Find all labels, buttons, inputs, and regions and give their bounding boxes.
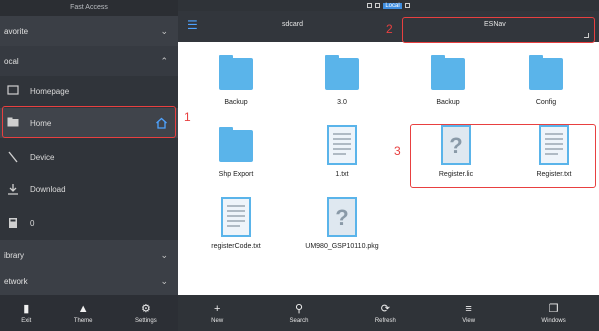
homepage-icon xyxy=(6,85,20,97)
text-file-icon xyxy=(327,125,357,165)
folder-icon xyxy=(219,127,253,162)
section-network-label: etwork xyxy=(4,276,28,286)
theme-label: Theme xyxy=(73,317,93,324)
sidebar-item-label: Download xyxy=(30,184,66,194)
gear-icon: ⚙ xyxy=(140,302,151,315)
view-label: View xyxy=(462,317,476,324)
chevron-down-icon: ⌄ xyxy=(160,275,168,286)
list-icon: ≡ xyxy=(465,302,472,315)
file-name: 1.txt xyxy=(335,171,349,178)
breadcrumb-sdcard[interactable]: sdcard xyxy=(282,21,303,28)
file-item[interactable]: Backup xyxy=(184,42,288,112)
sidebar-item-label: Homepage xyxy=(30,86,70,96)
shirt-icon: ▲ xyxy=(77,302,89,315)
folder-icon xyxy=(431,55,465,90)
sidebar-item-label: 0 xyxy=(30,218,35,228)
status-local-label: Local xyxy=(383,2,402,9)
sidebar-item-homepage[interactable]: Homepage xyxy=(0,76,178,106)
section-local-label: ocal xyxy=(4,56,19,66)
file-item[interactable]: Backup xyxy=(396,42,500,112)
file-name: UM980_GSP10110.pkg xyxy=(305,243,379,250)
highlight-box-path xyxy=(402,17,595,43)
file-name: Shp Export xyxy=(218,171,254,178)
chevron-down-icon: ⌄ xyxy=(160,249,168,260)
window-icon xyxy=(404,3,410,8)
svg-text:?: ? xyxy=(335,205,348,230)
search-icon: ⚲ xyxy=(294,302,304,315)
menu-icon[interactable]: ☰ xyxy=(187,19,198,31)
main-toolbar: + New ⚲ Search ⟳ Refresh ≡ View ❐ Window… xyxy=(178,295,599,331)
unknown-file-icon: ? xyxy=(327,197,357,237)
file-item[interactable]: 3.0 xyxy=(290,42,394,112)
plus-icon: + xyxy=(213,302,221,315)
new-button[interactable]: + New xyxy=(211,303,223,324)
text-file-icon xyxy=(221,197,251,237)
refresh-icon: ⟳ xyxy=(380,302,390,315)
file-name: Config xyxy=(535,99,557,106)
file-name: 3.0 xyxy=(337,99,347,106)
view-button[interactable]: ≡ View xyxy=(462,303,475,324)
section-favorite-label: avorite xyxy=(4,26,29,36)
sidebar-item-download[interactable]: Download xyxy=(0,174,178,204)
folder-icon xyxy=(325,55,359,90)
chevron-down-icon: ⌄ xyxy=(160,25,168,36)
sdcard-icon xyxy=(6,217,20,229)
file-item[interactable]: Shp Export xyxy=(184,114,288,184)
app-window: Fast Access avorite ⌄ ocal ⌃ Homepage Ho… xyxy=(0,0,599,331)
file-item[interactable]: registerCode.txt xyxy=(184,186,288,256)
file-item[interactable]: 1.txt xyxy=(290,114,394,184)
exit-icon: ▮ xyxy=(23,302,30,315)
file-name: Backup xyxy=(436,99,460,106)
window-icon xyxy=(367,3,373,8)
new-label: New xyxy=(211,317,224,324)
search-button[interactable]: ⚲ Search xyxy=(290,303,309,324)
section-favorite[interactable]: avorite ⌄ xyxy=(0,16,178,46)
settings-button[interactable]: ⚙ Settings xyxy=(135,303,157,324)
windows-icon: ❐ xyxy=(548,302,559,315)
annotation-number-3: 3 xyxy=(394,144,401,158)
highlight-box-files xyxy=(410,124,596,188)
refresh-button[interactable]: ⟳ Refresh xyxy=(375,303,396,324)
exit-label: Exit xyxy=(21,317,32,324)
folder-icon xyxy=(219,55,253,90)
sidebar: Fast Access avorite ⌄ ocal ⌃ Homepage Ho… xyxy=(0,0,178,331)
windows-label: Windows xyxy=(541,317,566,324)
section-network[interactable]: etwork ⌄ xyxy=(0,266,178,296)
annotation-number-2: 2 xyxy=(386,22,393,36)
file-name: registerCode.txt xyxy=(211,243,261,250)
folder-icon xyxy=(529,55,563,90)
search-label: Search xyxy=(289,317,309,324)
section-local[interactable]: ocal ⌃ xyxy=(0,46,178,76)
sidebar-item-device[interactable]: Device xyxy=(0,142,178,172)
annotation-number-1: 1 xyxy=(184,110,191,124)
refresh-label: Refresh xyxy=(374,317,396,324)
theme-button[interactable]: ▲ Theme xyxy=(74,303,93,324)
section-library-label: ibrary xyxy=(4,250,25,260)
status-bar: Local xyxy=(178,0,599,11)
file-item[interactable]: Config xyxy=(494,42,598,112)
file-name: Backup xyxy=(224,99,248,106)
windows-button[interactable]: ❐ Windows xyxy=(541,303,565,324)
sidebar-toolbar: ▮ Exit ▲ Theme ⚙ Settings xyxy=(0,295,178,331)
window-icon xyxy=(375,3,381,8)
download-icon xyxy=(6,183,20,195)
chevron-up-icon: ⌃ xyxy=(160,55,168,66)
sidebar-item-storage[interactable]: 0 xyxy=(0,208,178,238)
exit-button[interactable]: ▮ Exit xyxy=(21,303,31,324)
device-icon xyxy=(6,151,20,163)
settings-label: Settings xyxy=(135,317,157,324)
sidebar-title: Fast Access xyxy=(0,0,178,16)
sidebar-item-label: Device xyxy=(30,152,55,162)
highlight-box-home xyxy=(2,106,176,138)
file-item[interactable]: ? UM980_GSP10110.pkg xyxy=(290,186,394,256)
